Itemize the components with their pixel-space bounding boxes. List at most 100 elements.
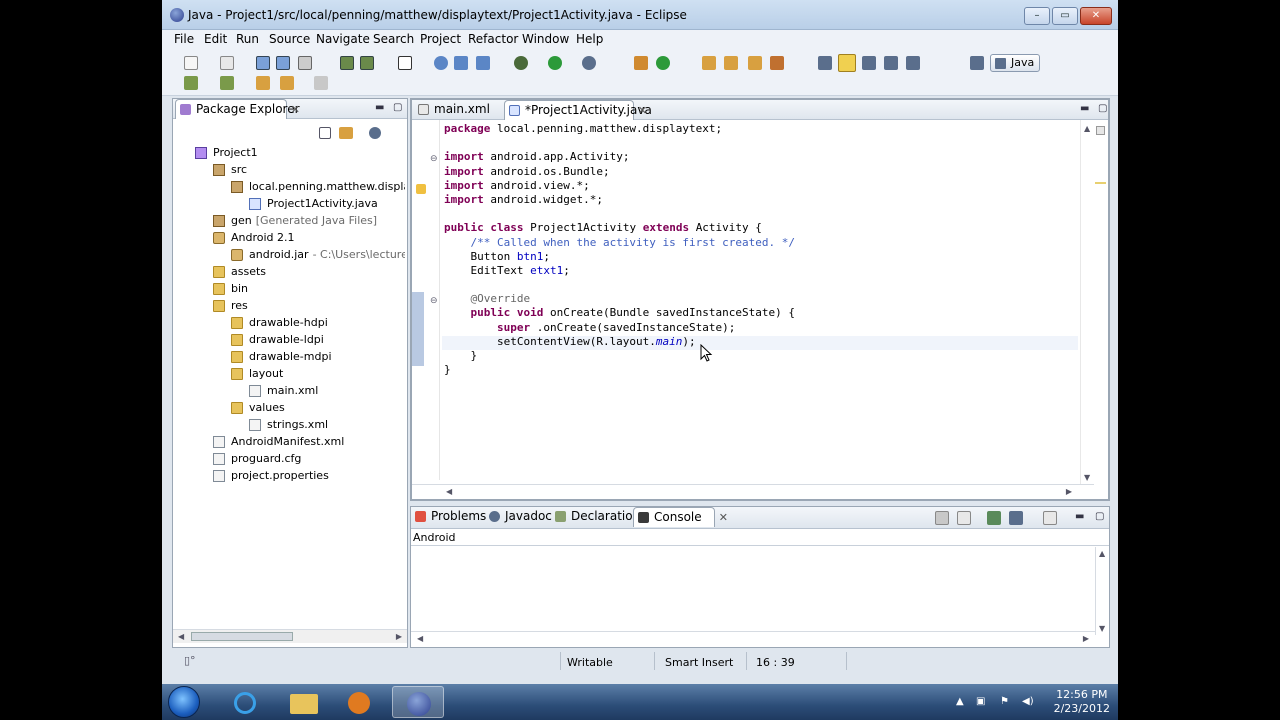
open-task-icon[interactable] [454,56,468,70]
prev-annotation-icon[interactable] [220,76,234,90]
highlight-icon[interactable] [838,54,856,72]
menu-edit[interactable]: Edit [204,32,227,46]
maximize-editor-icon[interactable]: ▢ [1098,103,1107,114]
new-package-icon[interactable] [656,56,670,70]
taskbar-explorer-icon[interactable] [278,686,330,718]
tree-item[interactable]: android.jar- C:\Users\lecturesr [231,247,405,263]
forward-icon[interactable] [314,76,328,90]
menu-run[interactable]: Run [236,32,259,46]
volume-icon[interactable]: ◀) [1022,696,1034,708]
scroll-thumb[interactable] [191,632,293,641]
checkbox-task-icon[interactable] [398,56,412,70]
open-file-icon[interactable] [748,56,762,70]
scroll-left-icon[interactable]: ◀ [417,634,423,643]
tab-declaration[interactable]: Declaration [551,507,640,527]
minimize-editor-icon[interactable]: ▬ [1080,103,1089,114]
tree-item[interactable]: drawable-mdpi [231,349,332,365]
taskbar-ie-icon[interactable] [220,686,272,718]
save-icon[interactable] [256,56,270,70]
open-type-icon[interactable] [434,56,448,70]
flag-icon[interactable]: ⚑ [1000,696,1012,708]
close-tab-icon[interactable]: ✕ [638,101,647,120]
close-button[interactable]: ✕ [1080,7,1112,25]
tree-item[interactable]: project.properties [213,468,329,484]
start-button-icon[interactable] [168,686,200,718]
back-icon[interactable] [280,76,294,90]
paragraph-icon[interactable] [906,56,920,70]
tab-main-xml[interactable]: main.xml [414,100,494,120]
maximize-view-icon[interactable]: ▢ [1095,511,1104,522]
last-edit-icon[interactable] [256,76,270,90]
minimize-view-icon[interactable]: ▬ [1075,511,1084,522]
new-java-project-icon[interactable] [634,56,648,70]
next-annotation-icon[interactable] [184,76,198,90]
tree-item[interactable]: Project1Activity.java [249,196,378,212]
menu-search[interactable]: Search [373,32,414,46]
scroll-up-icon[interactable]: ▲ [1084,124,1090,133]
scroll-right-icon[interactable]: ▶ [1066,487,1072,496]
block-select-icon[interactable] [884,56,898,70]
avd-manager-icon[interactable] [360,56,374,70]
show-whitespace-icon[interactable] [862,56,876,70]
maximize-button[interactable]: ▭ [1052,7,1078,25]
tab-console[interactable]: Console ✕ [633,507,728,527]
scroll-down-icon[interactable]: ▼ [1084,473,1090,482]
java-perspective-button[interactable]: Java [990,54,1040,72]
display-console-icon[interactable] [1009,511,1023,525]
tree-item[interactable]: main.xml [249,383,318,399]
warning-marker[interactable] [1095,182,1106,184]
menu-refactor[interactable]: Refactor [468,32,518,46]
tree-item[interactable]: values [231,400,285,416]
menu-help[interactable]: Help [576,32,603,46]
code-area[interactable]: package local.penning.matthew.displaytex… [444,122,795,377]
print-icon[interactable] [298,56,312,70]
network-icon[interactable]: ▣ [976,696,988,708]
taskbar-media-player-icon[interactable] [334,686,386,718]
tab-project1activity-java[interactable]: *Project1Activity.java ✕ [504,100,652,120]
tree-item[interactable]: local.penning.matthew.display [231,179,405,195]
show-hidden-icons-icon[interactable]: ▲ [956,696,968,708]
open-perspective-icon[interactable] [970,56,984,70]
menu-window[interactable]: Window [522,32,569,46]
menu-source[interactable]: Source [269,32,310,46]
fold-icon[interactable]: ⊖ [430,154,438,164]
tree-item[interactable]: drawable-hdpi [231,315,328,331]
brush-icon[interactable] [770,56,784,70]
debug-icon[interactable] [514,56,528,70]
scroll-left-icon[interactable]: ◀ [178,632,184,641]
scroll-up-icon[interactable]: ▲ [1099,549,1105,558]
scroll-down-icon[interactable]: ▼ [1099,624,1105,633]
tree-item[interactable]: Project1 [195,145,258,161]
new-icon[interactable] [184,56,198,70]
tree-item[interactable]: res [213,298,248,314]
new-class-icon[interactable] [220,56,234,70]
tree-item[interactable]: strings.xml [249,417,328,433]
android-sdk-icon[interactable] [340,56,354,70]
menu-navigate[interactable]: Navigate [316,32,370,46]
open-console-icon[interactable] [1043,511,1057,525]
fast-view-icon[interactable]: ▯° [184,654,196,667]
tab-problems[interactable]: Problems [411,507,486,527]
tree-item[interactable]: Android 2.1 [213,230,295,246]
scroll-lock-icon[interactable] [957,511,971,525]
tree-item[interactable]: AndroidManifest.xml [213,434,344,450]
clear-console-icon[interactable] [935,511,949,525]
taskbar-clock[interactable]: 12:56 PM 2/23/2012 [1054,688,1110,716]
console-hscroll[interactable]: ◀ ▶ [411,631,1095,645]
close-tab-icon[interactable]: ✕ [719,508,728,527]
editor-hscroll[interactable]: ◀ ▶ [412,484,1094,498]
scroll-left-icon[interactable]: ◀ [446,487,452,496]
tree-item[interactable]: assets [213,264,266,280]
minimize-button[interactable]: – [1024,7,1050,25]
open-folder-icon[interactable] [702,56,716,70]
menu-project[interactable]: Project [420,32,461,46]
console-vscroll[interactable]: ▲ ▼ [1095,547,1109,635]
run-icon[interactable] [548,56,562,70]
search-icon[interactable] [476,56,490,70]
pin-console-icon[interactable] [987,511,1001,525]
tree-item[interactable]: drawable-ldpi [231,332,324,348]
scroll-right-icon[interactable]: ▶ [396,632,402,641]
open-resource-icon[interactable] [724,56,738,70]
save-all-icon[interactable] [276,56,290,70]
tree-item[interactable]: gen [Generated Java Files] [213,213,377,229]
